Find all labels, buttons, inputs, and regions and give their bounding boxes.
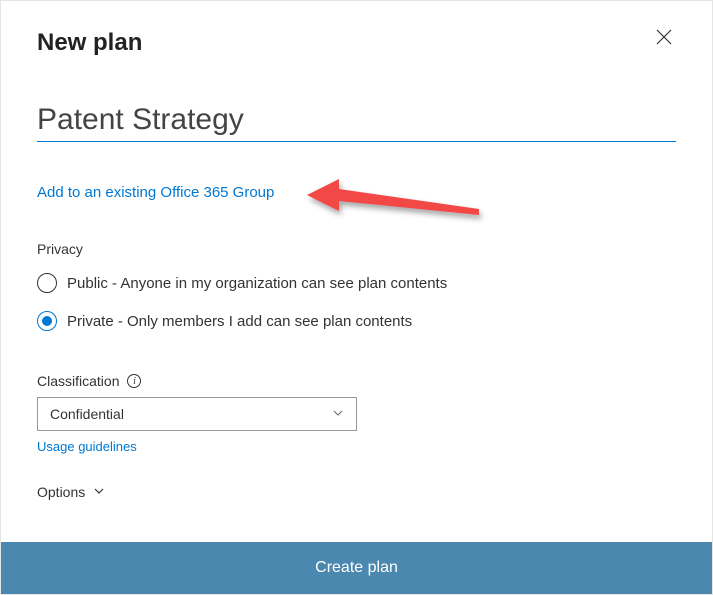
close-icon <box>656 29 672 49</box>
options-label: Options <box>37 484 85 500</box>
privacy-radio-public[interactable]: Public - Anyone in my organization can s… <box>37 273 676 293</box>
privacy-radio-private[interactable]: Private - Only members I add can see pla… <box>37 311 676 331</box>
plan-name-input[interactable] <box>37 101 676 142</box>
usage-guidelines-link[interactable]: Usage guidelines <box>37 439 137 454</box>
chevron-down-icon <box>332 406 344 422</box>
dropdown-selected-value: Confidential <box>50 406 124 422</box>
radio-circle-icon <box>37 311 57 331</box>
classification-label: Classification <box>37 373 119 389</box>
create-plan-button[interactable]: Create plan <box>1 542 712 594</box>
add-to-group-link[interactable]: Add to an existing Office 365 Group <box>37 184 676 201</box>
radio-circle-icon <box>37 273 57 293</box>
close-button[interactable] <box>652 25 676 52</box>
classification-section: Classification i Confidential Usage guid… <box>37 373 676 456</box>
dialog-title: New plan <box>37 29 142 57</box>
classification-dropdown[interactable]: Confidential <box>37 397 357 431</box>
classification-header: Classification i <box>37 373 676 389</box>
radio-label: Public - Anyone in my organization can s… <box>67 275 447 292</box>
options-toggle[interactable]: Options <box>37 484 676 500</box>
privacy-label: Privacy <box>37 241 676 257</box>
radio-label: Private - Only members I add can see pla… <box>67 313 412 330</box>
plan-name-field <box>37 101 676 142</box>
new-plan-dialog: New plan Add to an existing Office 365 G… <box>1 1 712 594</box>
annotation-arrow <box>301 171 486 236</box>
chevron-down-icon <box>93 484 105 500</box>
info-icon[interactable]: i <box>127 374 141 388</box>
dialog-header: New plan <box>37 29 676 57</box>
